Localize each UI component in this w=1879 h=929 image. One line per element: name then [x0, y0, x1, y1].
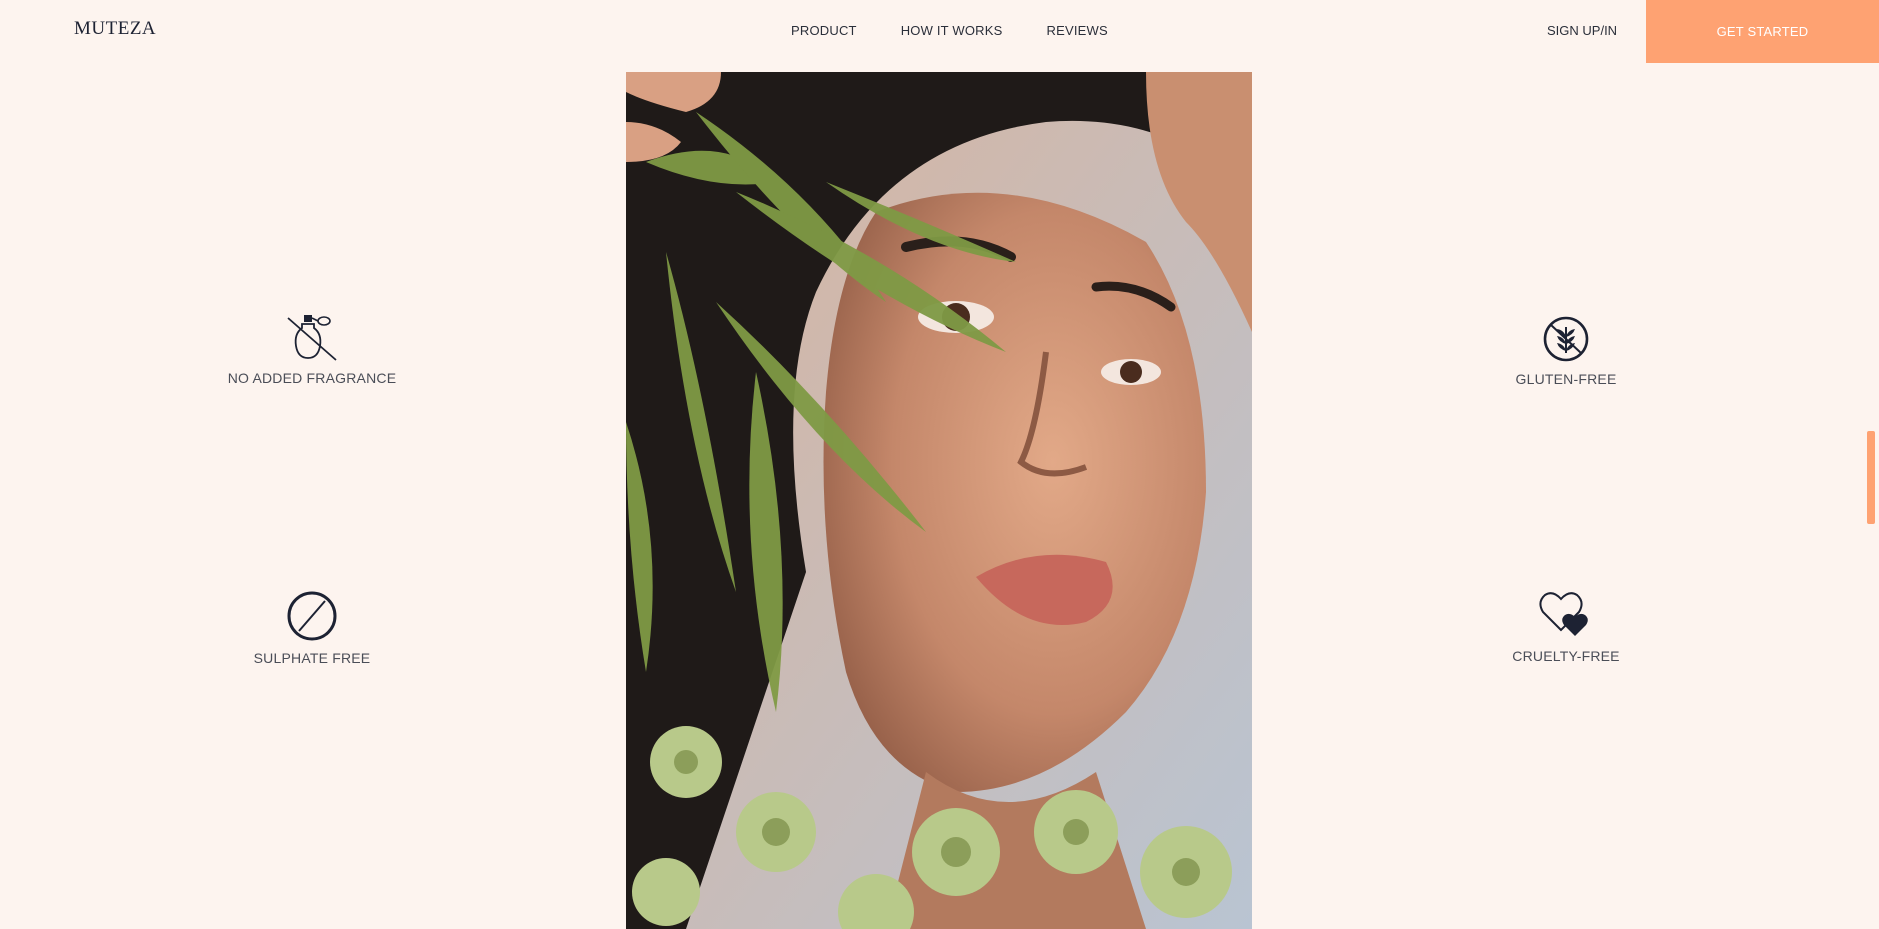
feature-no-fragrance: NO ADDED FRAGRANCE [192, 312, 432, 386]
scroll-indicator[interactable] [1867, 431, 1875, 524]
hero-image [626, 72, 1252, 929]
nav-reviews[interactable]: REVIEWS [1047, 23, 1108, 38]
feature-label: NO ADDED FRAGRANCE [227, 370, 397, 386]
page: MUTEZA PRODUCT HOW IT WORKS REVIEWS SIGN… [0, 0, 1879, 929]
hearts-icon [1539, 592, 1588, 636]
feature-sulphate-free: SULPHATE FREE [192, 590, 432, 666]
feature-label: GLUTEN-FREE [1515, 371, 1617, 387]
feature-cruelty-free: CRUELTY-FREE [1446, 590, 1686, 664]
feature-gluten-free: GLUTEN-FREE [1446, 315, 1686, 387]
nav-product[interactable]: PRODUCT [791, 23, 857, 38]
sign-in-link[interactable]: SIGN UP/IN [1547, 23, 1617, 38]
feature-label: CRUELTY-FREE [1512, 648, 1620, 664]
no-fragrance-icon [287, 315, 337, 361]
nav-how-it-works[interactable]: HOW IT WORKS [901, 23, 1003, 38]
site-header: MUTEZA PRODUCT HOW IT WORKS REVIEWS SIGN… [0, 0, 1879, 63]
logo[interactable]: MUTEZA [74, 18, 156, 40]
get-started-button[interactable]: GET STARTED [1646, 0, 1879, 63]
main-nav: PRODUCT HOW IT WORKS REVIEWS [791, 23, 1108, 38]
feature-label: SULPHATE FREE [253, 650, 371, 666]
no-sulphate-icon [287, 591, 337, 641]
gluten-free-icon [1543, 316, 1589, 362]
